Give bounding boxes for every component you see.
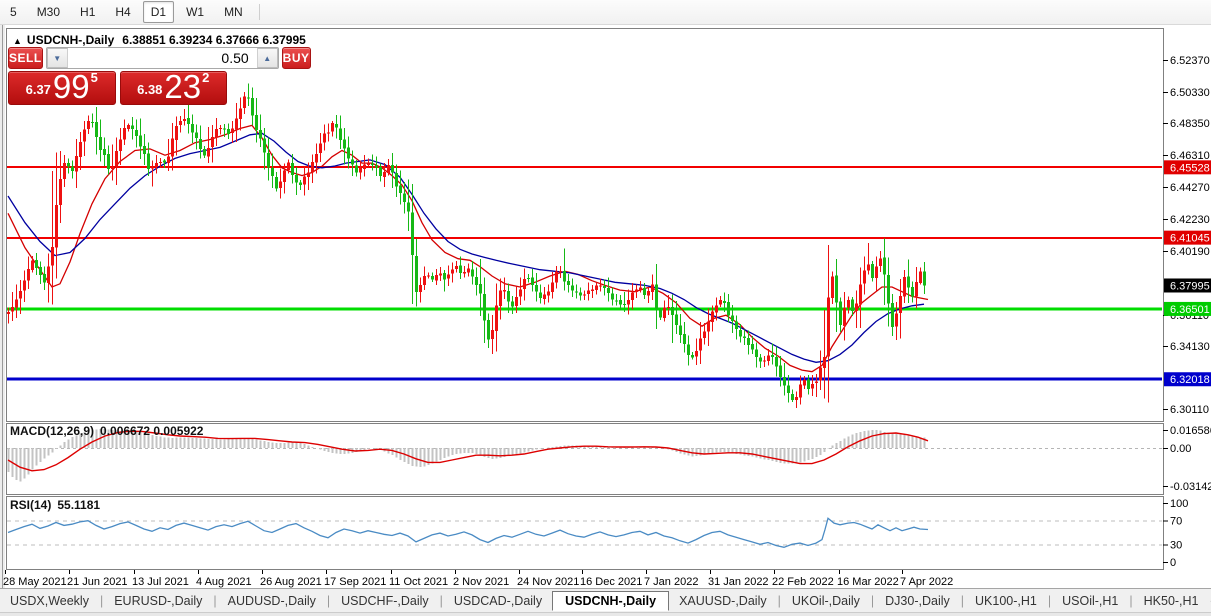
date-label: 24 Nov 2021 [517,576,579,588]
date-label: 7 Apr 2022 [900,576,953,588]
volume-stepper: ▼ ▲ [46,47,279,69]
date-label: 22 Feb 2022 [772,576,834,588]
chart-ohlc-values: 6.38851 6.39234 6.37666 6.37995 [122,33,306,47]
svg-text:0.00: 0.00 [1170,443,1191,455]
timeframe-button-mn[interactable]: MN [216,1,251,23]
tab-separator: | [1129,594,1132,608]
date-label: 4 Aug 2021 [196,576,252,588]
svg-text:6.50330: 6.50330 [1170,87,1210,99]
svg-text:6.46310: 6.46310 [1170,150,1210,162]
volume-increase-button[interactable]: ▲ [257,48,278,68]
date-label: 2 Nov 2021 [453,576,509,588]
sell-price-panel[interactable]: 6.37 99 5 [8,71,116,105]
date-label: 7 Jan 2022 [644,576,698,588]
toolbar-separator [259,4,260,20]
tab-separator: | [1048,594,1051,608]
timeframe-toolbar: 5M30H1H4D1W1MN [0,0,1211,25]
tab-usdx-weekly[interactable]: USDX,Weekly [0,592,99,610]
svg-text:6.44270: 6.44270 [1170,182,1210,194]
timeframe-button-m30[interactable]: M30 [29,1,68,23]
sell-price-big: 99 [53,73,90,101]
svg-text:6.32018: 6.32018 [1170,374,1210,386]
tab-separator: | [961,594,964,608]
tab-separator: | [440,594,443,608]
date-label: 26 Aug 2021 [260,576,322,588]
timeframe-button-5[interactable]: 5 [2,1,25,23]
svg-text:6.48350: 6.48350 [1170,118,1210,130]
date-label: 13 Jul 2021 [132,576,189,588]
tab-usoil-h1[interactable]: USOil-,H1 [1052,592,1128,610]
buy-price-small: 6.38 [137,82,162,97]
date-label: 31 Jan 2022 [708,576,769,588]
timeframe-button-d1[interactable]: D1 [143,1,174,23]
svg-text:30: 30 [1170,539,1182,551]
chart-symbol-label: USDCNH-,Daily [27,33,114,47]
tab-separator: | [327,594,330,608]
trading-platform-window: 6.52370 6.50330 6.48350 6.46310 6.44270 6.422… [0,0,1211,616]
one-click-trade-panel: SELL ▼ ▲ BUY 6.37 99 5 6.38 23 2 [8,47,227,105]
tab-usdcnh-daily[interactable]: USDCNH-,Daily [552,591,669,611]
collapse-chart-icon[interactable]: ▲ [13,36,22,46]
svg-text:6.45528: 6.45528 [1170,162,1210,174]
tab-usdchf-daily[interactable]: USDCHF-,Daily [331,592,439,610]
svg-text:6.36501: 6.36501 [1170,304,1210,316]
sell-price-small: 6.37 [26,82,51,97]
window-bottom-strip [0,612,1211,616]
tab-dj30-daily[interactable]: DJ30-,Daily [875,592,960,610]
buy-price-sup: 2 [202,70,209,85]
date-label: 28 May 2021 [3,576,67,588]
date-label: 17 Sep 2021 [324,576,386,588]
symbol-tab-bar: USDX,Weekly|EURUSD-,Daily|AUDUSD-,Daily|… [0,588,1211,613]
date-label: 16 Mar 2022 [837,576,899,588]
sell-price-sup: 5 [91,70,98,85]
buy-price-panel[interactable]: 6.38 23 2 [120,71,228,105]
sell-button[interactable]: SELL [8,47,43,69]
timeframe-button-h1[interactable]: H1 [72,1,103,23]
date-label: 21 Jun 2021 [67,576,128,588]
rsi-indicator-label: RSI(14)55.1181 [10,498,106,512]
svg-text:-0.031421: -0.031421 [1170,481,1211,493]
tab-separator: | [100,594,103,608]
tab-hk50-h1[interactable]: HK50-,H1 [1134,592,1209,610]
tab-usdcad-daily[interactable]: USDCAD-,Daily [444,592,552,610]
date-label: 16 Dec 2021 [580,576,642,588]
tab-audusd-daily[interactable]: AUDUSD-,Daily [218,592,326,610]
svg-text:0.016586: 0.016586 [1170,425,1211,437]
svg-text:6.41045: 6.41045 [1170,233,1210,245]
svg-text:100: 100 [1170,498,1188,510]
svg-text:6.34130: 6.34130 [1170,341,1210,353]
volume-input[interactable] [68,48,257,68]
svg-text:6.30110: 6.30110 [1170,404,1209,416]
timeframe-button-h4[interactable]: H4 [107,1,138,23]
svg-text:6.42230: 6.42230 [1170,214,1210,226]
tab-separator: | [778,594,781,608]
tab-uk100-h1[interactable]: UK100-,H1 [965,592,1047,610]
buy-price-big: 23 [164,73,201,101]
timeframe-button-w1[interactable]: W1 [178,1,212,23]
svg-text:6.52370: 6.52370 [1170,55,1210,67]
buy-button[interactable]: BUY [282,47,311,69]
volume-decrease-button[interactable]: ▼ [47,48,68,68]
svg-text:6.37995: 6.37995 [1170,280,1210,292]
tab-eurusd-daily[interactable]: EURUSD-,Daily [104,592,212,610]
chart-title: ▲ USDCNH-,Daily 6.38851 6.39234 6.37666 6.… [13,33,306,47]
tab-xauusd-daily[interactable]: XAUUSD-,Daily [669,592,777,610]
tab-ukoil-daily[interactable]: UKOil-,Daily [782,592,870,610]
date-label: 11 Oct 2021 [389,576,448,588]
svg-text:0: 0 [1170,557,1176,569]
svg-text:70: 70 [1170,516,1182,528]
macd-indicator-label: MACD(12,26,9)0.006672 0.005922 [10,424,209,438]
tab-separator: | [871,594,874,608]
svg-text:6.40190: 6.40190 [1170,246,1210,258]
tab-separator: | [213,594,216,608]
